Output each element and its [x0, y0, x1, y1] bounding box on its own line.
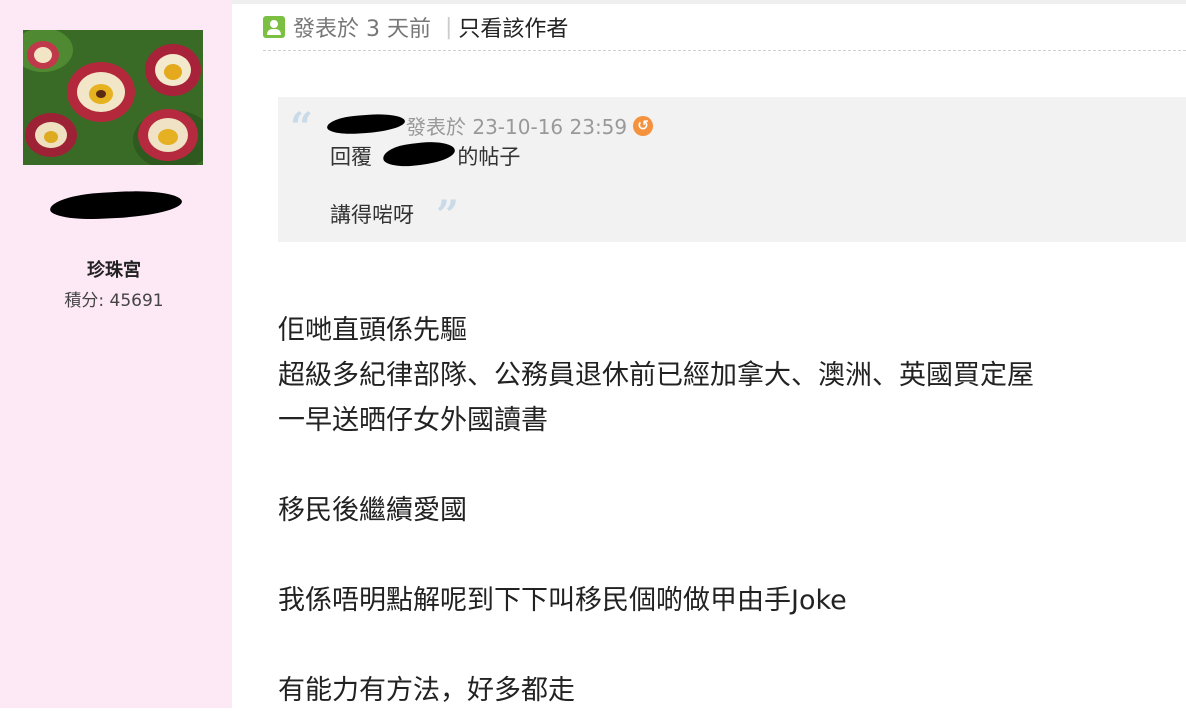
- header-divider: [263, 50, 1186, 51]
- only-author-link[interactable]: 只看該作者: [458, 11, 568, 43]
- post-header: 發表於 3 天前 | 只看該作者: [263, 10, 1183, 44]
- avatar[interactable]: [23, 30, 203, 165]
- quote-text: 講得啱呀: [330, 203, 414, 227]
- body-line: 有能力有方法，好多都走: [278, 675, 575, 706]
- body-line: [278, 533, 1178, 578]
- quote-close-icon: ”: [436, 192, 460, 239]
- reply-suffix: 的帖子: [457, 145, 521, 169]
- quote-open-icon: “: [290, 104, 314, 151]
- post-body: 佢哋直頭係先驅 超級多紀律部隊、公務員退休前已經加拿大、澳洲、英國買定屋 一早送…: [278, 308, 1178, 713]
- body-line: 超級多紀律部隊、公務員退休前已經加拿大、澳洲、英國買定屋: [278, 360, 1034, 391]
- reply-prefix: 回覆: [330, 145, 372, 169]
- top-border: [232, 0, 1186, 4]
- body-line: [278, 443, 1178, 488]
- goto-post-icon[interactable]: ↺: [633, 115, 654, 136]
- body-line: 移民後繼續愛國: [278, 495, 467, 526]
- body-line: 我係唔明點解呢到下下叫移民個啲做甲由手Joke: [278, 585, 847, 616]
- body-line: 一早送晒仔女外國讀書: [278, 405, 548, 436]
- header-separator: |: [444, 14, 453, 40]
- user-group: 珍珠宮: [87, 260, 141, 281]
- user-icon: [263, 16, 285, 38]
- body-line: [278, 623, 1178, 668]
- user-points: 積分: 45691: [64, 291, 164, 311]
- quote-posted-time: 發表於 23-10-16 23:59: [406, 115, 628, 139]
- post-time: 發表於 3 天前: [293, 17, 431, 42]
- body-line: 佢哋直頭係先驅: [278, 315, 467, 346]
